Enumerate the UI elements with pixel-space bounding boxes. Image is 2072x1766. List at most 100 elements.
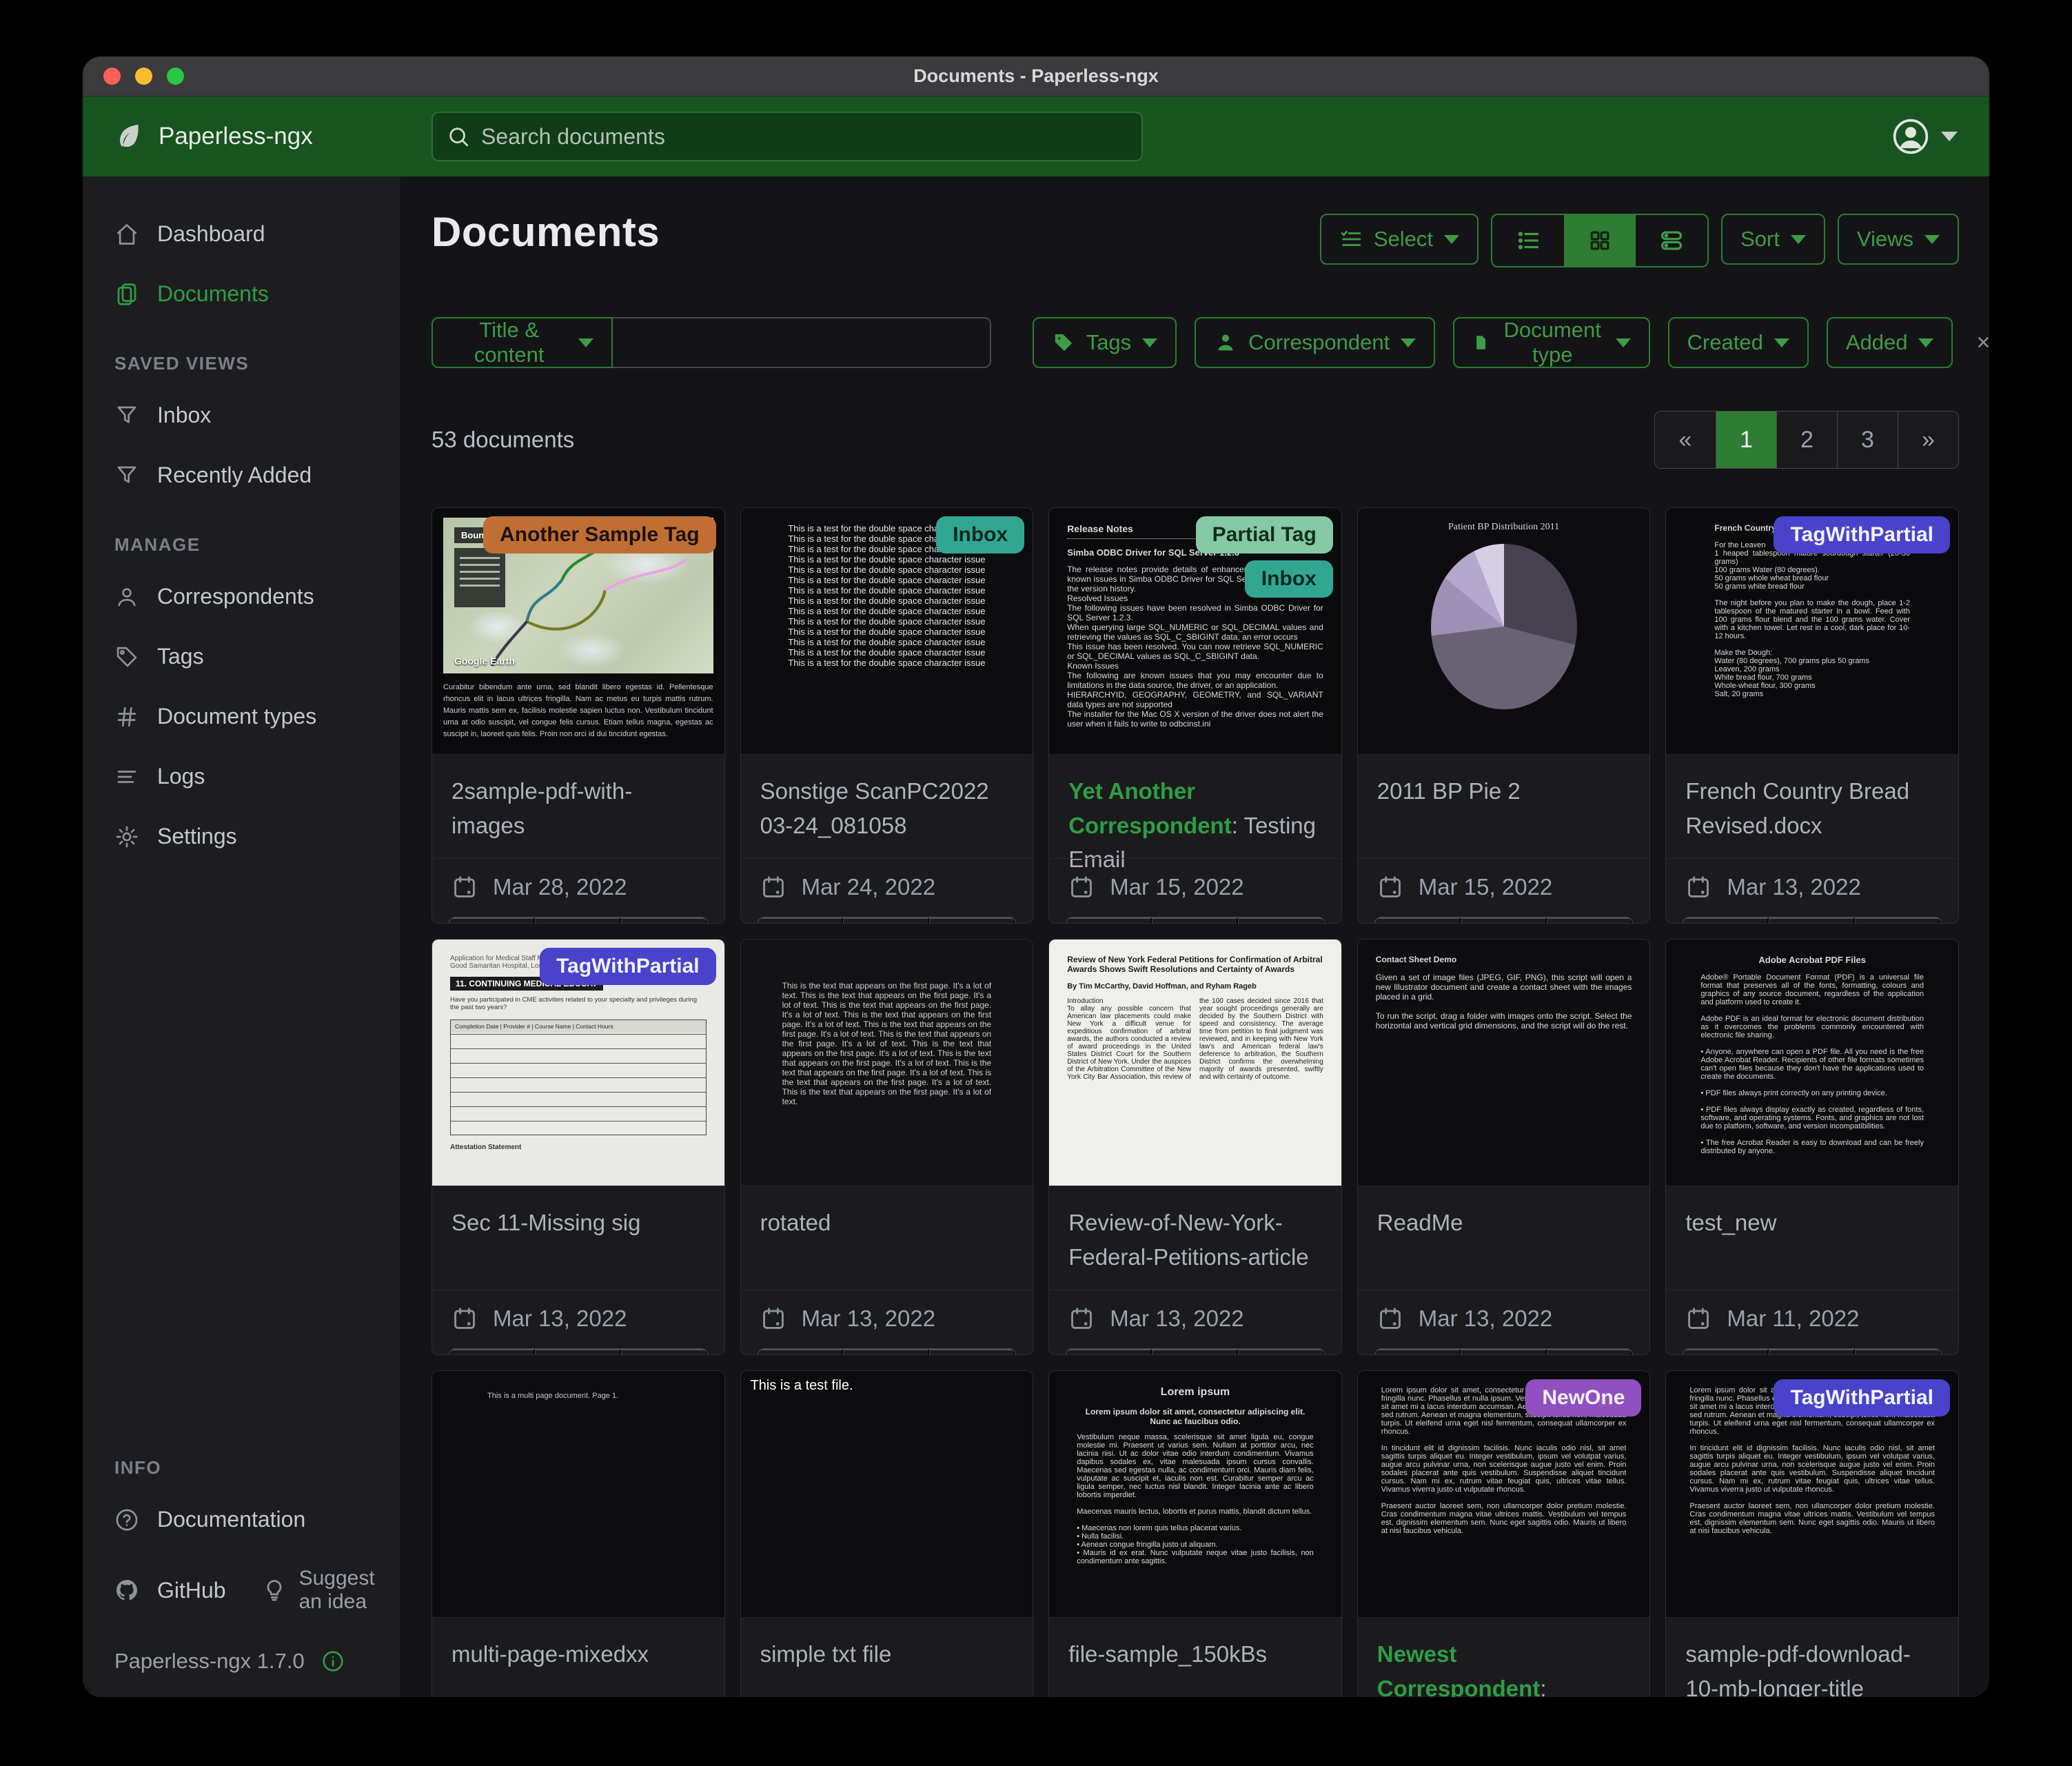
filter-field-button[interactable]: Title & content	[431, 317, 613, 368]
card-thumbnail[interactable]: Lorem ipsumLorem ipsum dolor sit amet, c…	[1049, 1371, 1341, 1618]
filter-created-button[interactable]: Created	[1668, 317, 1809, 368]
tag-badge[interactable]: TagWithPartial	[1774, 516, 1950, 554]
sort-button[interactable]: Sort	[1721, 214, 1825, 265]
minimize-window-button[interactable]	[135, 68, 152, 85]
grid-view-button[interactable]	[1564, 215, 1636, 266]
filter-tags-button[interactable]: Tags	[1033, 317, 1177, 368]
card-thumbnail[interactable]: Review of New York Federal Petitions for…	[1049, 940, 1341, 1186]
card-thumbnail[interactable]: Lorem ipsum dolor sit amet, consectetur …	[1666, 1371, 1958, 1618]
sidebar-item-dashboard[interactable]: Dashboard	[83, 204, 400, 264]
edit-document-button[interactable]	[1375, 917, 1461, 924]
list-view-button[interactable]	[1492, 215, 1564, 266]
download-document-button[interactable]	[1238, 917, 1324, 924]
view-document-button[interactable]	[535, 1349, 621, 1355]
filter-correspondent-button[interactable]: Correspondent	[1195, 317, 1435, 368]
view-document-button[interactable]	[535, 917, 621, 924]
card-title[interactable]: Newest Correspondent: f_combineds	[1358, 1618, 1650, 1697]
card-correspondent[interactable]: Yet Another Correspondent	[1068, 778, 1232, 838]
edit-document-button[interactable]	[1375, 1349, 1461, 1355]
view-document-button[interactable]	[1152, 917, 1238, 924]
card-title[interactable]: rotated	[741, 1186, 1033, 1290]
tag-badge[interactable]: Another Sample Tag	[483, 516, 715, 554]
sidebar-item-github[interactable]: GitHub	[83, 1561, 226, 1621]
card-thumbnail[interactable]: Adobe Acrobat PDF Files Adobe® Portable …	[1666, 940, 1958, 1186]
pagination-page-1[interactable]: 1	[1716, 412, 1776, 468]
sidebar-item-suggest-idea[interactable]: Suggest an idea	[262, 1550, 400, 1631]
card-title[interactable]: multi-page-mixedxx	[432, 1618, 724, 1697]
card-title[interactable]: 2sample-pdf-with-images	[432, 755, 724, 858]
card-title[interactable]: ReadMe	[1358, 1186, 1650, 1290]
tag-badge[interactable]: TagWithPartial	[540, 948, 716, 985]
app-brand[interactable]: Paperless-ngx	[83, 121, 401, 152]
pagination-page-3[interactable]: 3	[1837, 412, 1898, 468]
card-thumbnail[interactable]: Lorem ipsum dolor sit amet, consectetur …	[1358, 1371, 1650, 1618]
details-view-button[interactable]	[1636, 215, 1707, 266]
edit-document-button[interactable]	[1683, 1349, 1769, 1355]
pagination-prev[interactable]: «	[1655, 412, 1716, 468]
card-thumbnail[interactable]: French Country Bread For the Leaven 1 he…	[1666, 508, 1958, 755]
edit-document-button[interactable]	[758, 1349, 844, 1355]
edit-document-button[interactable]	[449, 1349, 535, 1355]
sidebar-item-logs[interactable]: Logs	[83, 747, 400, 806]
view-document-button[interactable]	[1461, 1349, 1547, 1355]
card-thumbnail[interactable]: Application for Medical Staff Members Go…	[432, 940, 724, 1186]
tag-badge[interactable]: NewOne	[1525, 1379, 1641, 1417]
user-menu[interactable]	[1891, 117, 1989, 156]
card-thumbnail[interactable]: Release NotesSimba ODBC Driver for SQL S…	[1049, 508, 1341, 755]
info-circle-icon[interactable]	[321, 1650, 345, 1673]
reset-filters-button[interactable]: × Reset filters	[1976, 318, 1989, 367]
edit-document-button[interactable]	[1683, 917, 1769, 924]
card-title[interactable]: Review-of-New-York-Federal-Petitions-art…	[1049, 1186, 1341, 1290]
card-thumbnail[interactable]: Patient BP Distribution 2011	[1358, 508, 1650, 755]
download-document-button[interactable]	[929, 1349, 1015, 1355]
download-document-button[interactable]	[621, 917, 707, 924]
card-thumbnail[interactable]: Boundary Waters Trip Google Earth Curabi…	[432, 508, 724, 755]
card-thumbnail[interactable]: This is the text that appears on the fir…	[741, 940, 1033, 1186]
sidebar-item-correspondents[interactable]: Correspondents	[83, 567, 400, 627]
search-input[interactable]	[481, 124, 1128, 150]
download-document-button[interactable]	[1238, 1349, 1324, 1355]
card-title[interactable]: Sec 11-Missing sig	[432, 1186, 724, 1290]
filter-document-type-button[interactable]: Document type	[1453, 317, 1649, 368]
tag-badge[interactable]: TagWithPartial	[1774, 1379, 1950, 1417]
global-search[interactable]	[431, 112, 1143, 161]
card-title[interactable]: French Country Bread Revised.docx	[1666, 755, 1958, 858]
filter-text-input[interactable]	[613, 317, 991, 368]
pagination-next[interactable]: »	[1898, 412, 1958, 468]
card-thumbnail[interactable]: This is a multi page document. Page 1.	[432, 1371, 724, 1618]
views-button[interactable]: Views	[1838, 214, 1959, 265]
edit-document-button[interactable]	[449, 917, 535, 924]
sidebar-item-document-types[interactable]: Document types	[83, 687, 400, 747]
view-document-button[interactable]	[843, 1349, 929, 1355]
view-document-button[interactable]	[1769, 1349, 1855, 1355]
card-thumbnail[interactable]: This is a test for the double space char…	[741, 508, 1033, 755]
card-thumbnail[interactable]: Contact Sheet Demo Given a set of image …	[1358, 940, 1650, 1186]
card-title[interactable]: sample-pdf-download-10-mb-longer-title	[1666, 1618, 1958, 1697]
sidebar-item-documentation[interactable]: Documentation	[83, 1490, 400, 1550]
tag-badge[interactable]: Inbox	[1245, 560, 1333, 598]
card-title[interactable]: simple txt file	[741, 1618, 1033, 1697]
card-correspondent[interactable]: Newest Correspondent	[1377, 1641, 1541, 1697]
download-document-button[interactable]	[1547, 1349, 1633, 1355]
sidebar-item-tags[interactable]: Tags	[83, 627, 400, 687]
select-button[interactable]: Select	[1320, 214, 1479, 265]
card-thumbnail[interactable]: This is a test file.	[741, 1371, 1033, 1618]
card-title[interactable]: 2011 BP Pie 2	[1358, 755, 1650, 858]
card-title[interactable]: Sonstige ScanPC2022 03-24_081058	[741, 755, 1033, 858]
sidebar-item-recently-added[interactable]: Recently Added	[83, 445, 400, 505]
close-window-button[interactable]	[103, 68, 121, 85]
filter-added-button[interactable]: Added	[1827, 317, 1953, 368]
maximize-window-button[interactable]	[167, 68, 184, 85]
pagination-page-2[interactable]: 2	[1776, 412, 1837, 468]
card-title[interactable]: Yet Another Correspondent: Testing Email	[1049, 755, 1341, 858]
edit-document-button[interactable]	[1066, 1349, 1152, 1355]
card-title[interactable]: test_new	[1666, 1186, 1958, 1290]
sidebar-item-settings[interactable]: Settings	[83, 806, 400, 866]
sidebar-item-inbox[interactable]: Inbox	[83, 385, 400, 445]
edit-document-button[interactable]	[758, 917, 844, 924]
view-document-button[interactable]	[843, 917, 929, 924]
tag-badge[interactable]: Inbox	[936, 516, 1024, 554]
view-document-button[interactable]	[1769, 917, 1855, 924]
card-title[interactable]: file-sample_150kBs	[1049, 1618, 1341, 1697]
download-document-button[interactable]	[1855, 917, 1941, 924]
